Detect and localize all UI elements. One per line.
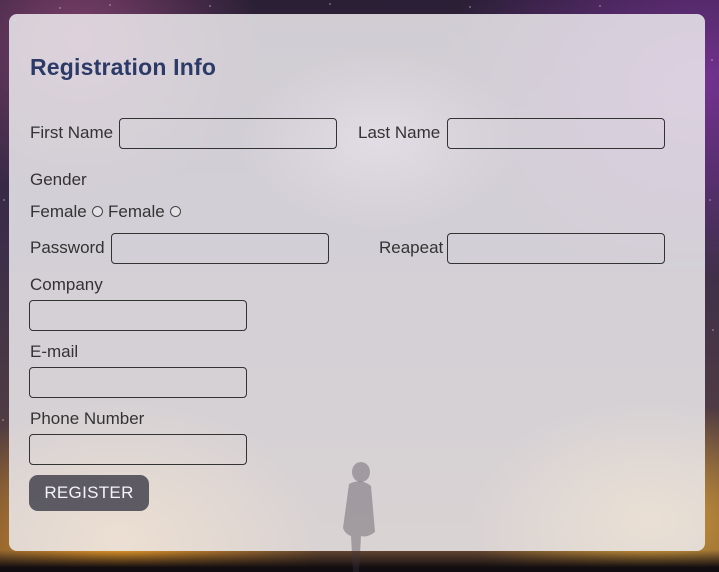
- company-input[interactable]: [29, 300, 247, 331]
- password-input[interactable]: [111, 233, 329, 264]
- register-button[interactable]: REGISTER: [29, 475, 149, 511]
- last-name-label: Last Name: [358, 123, 441, 142]
- last-name-input[interactable]: [447, 118, 665, 149]
- phone-number-label: Phone Number: [30, 409, 145, 428]
- person-silhouette: [343, 462, 375, 572]
- gender-label: Gender: [30, 170, 87, 189]
- first-name-input[interactable]: [119, 118, 337, 149]
- gender-radio-1[interactable]: [92, 206, 103, 217]
- gender-radio-2[interactable]: [170, 206, 181, 217]
- repeat-password-label: Reapeat: [379, 238, 444, 257]
- gender-option-label-2: Female: [108, 202, 165, 221]
- email-input[interactable]: [29, 367, 247, 398]
- gender-option-label-1: Female: [30, 202, 87, 221]
- password-label: Password: [30, 238, 105, 257]
- phone-number-input[interactable]: [29, 434, 247, 465]
- form-title: Registration Info: [30, 54, 217, 80]
- repeat-password-input[interactable]: [447, 233, 665, 264]
- first-name-label: First Name: [30, 123, 114, 142]
- company-label: Company: [30, 275, 103, 294]
- email-label: E-mail: [30, 342, 79, 361]
